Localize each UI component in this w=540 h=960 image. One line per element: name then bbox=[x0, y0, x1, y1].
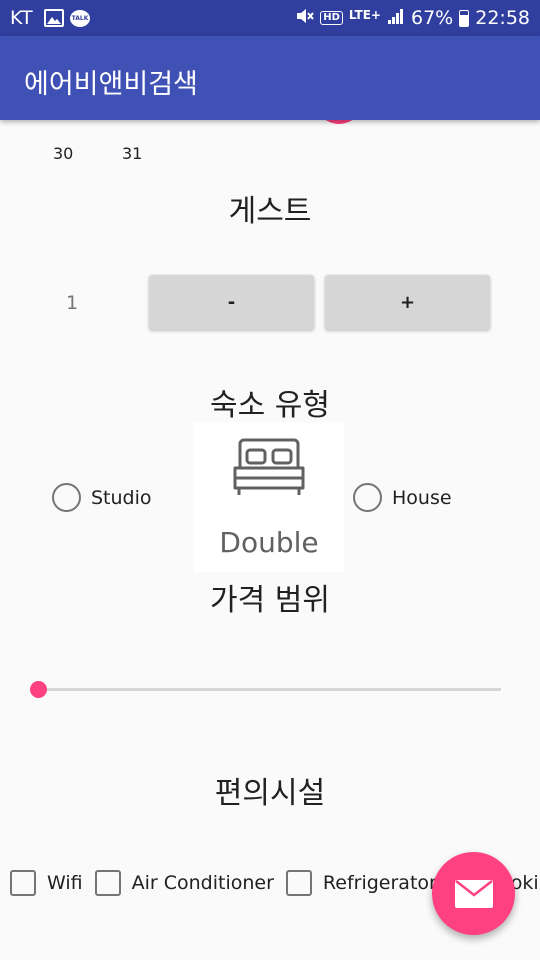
guest-count: 1 bbox=[65, 292, 79, 314]
hd-badge: HD bbox=[320, 11, 343, 25]
mail-icon bbox=[454, 879, 493, 908]
double-label: Double bbox=[219, 526, 319, 559]
app-title: 에어비앤비검색 bbox=[24, 69, 198, 100]
refrigerator-checkbox[interactable]: Refrigerator bbox=[285, 870, 437, 896]
amenity-label: Wifi bbox=[47, 872, 83, 894]
calendar-day-31[interactable]: 31 bbox=[122, 144, 142, 163]
guests-title: 게스트 bbox=[228, 194, 312, 229]
checkbox-icon bbox=[94, 870, 121, 896]
house-label: House bbox=[392, 486, 452, 509]
checkbox-icon bbox=[285, 870, 312, 896]
calendar-day-30[interactable]: 30 bbox=[53, 144, 73, 163]
studio-label: Studio bbox=[91, 486, 152, 509]
room-type-title: 숙소 유형 bbox=[210, 388, 330, 423]
amenity-label: Refrigerator bbox=[322, 872, 437, 894]
radio-circle-icon bbox=[52, 483, 81, 512]
air-conditioner-checkbox[interactable]: Air Conditioner bbox=[94, 870, 274, 896]
mail-fab-button[interactable] bbox=[432, 852, 515, 935]
status-bar: KT TALK HD LTE+ 67% 22:58 bbox=[0, 0, 540, 36]
amenities-title: 편의시설 bbox=[214, 776, 326, 811]
status-icons: HD LTE+ 67% 22:58 bbox=[294, 0, 530, 36]
signal-icon bbox=[387, 7, 405, 30]
guest-minus-button[interactable]: - bbox=[149, 275, 314, 330]
app-bar: 에어비앤비검색 bbox=[0, 36, 540, 120]
price-range-title: 가격 범위 bbox=[210, 583, 330, 618]
studio-radio[interactable]: Studio bbox=[52, 483, 152, 512]
radio-circle-icon bbox=[353, 483, 382, 512]
battery-icon bbox=[459, 9, 470, 27]
gallery-icon bbox=[44, 0, 64, 36]
amenity-label: Air Conditioner bbox=[131, 872, 274, 894]
wifi-checkbox[interactable]: Wifi bbox=[10, 870, 83, 896]
kakaotalk-icon: TALK bbox=[70, 0, 90, 36]
battery-percent: 67% bbox=[411, 7, 454, 29]
double-option[interactable]: Double bbox=[194, 422, 344, 572]
bed-icon bbox=[233, 438, 305, 495]
price-slider-track[interactable] bbox=[38, 688, 501, 691]
carrier-label: KT bbox=[10, 7, 33, 29]
guest-plus-button[interactable]: + bbox=[325, 275, 490, 330]
clock: 22:58 bbox=[475, 7, 530, 29]
checkbox-icon bbox=[10, 870, 36, 896]
lte-label: LTE+ bbox=[348, 8, 381, 22]
price-slider-thumb[interactable] bbox=[30, 681, 47, 698]
kakaotalk-label: TALK bbox=[70, 9, 90, 27]
house-radio[interactable]: House bbox=[353, 483, 452, 512]
mute-icon bbox=[294, 6, 314, 31]
